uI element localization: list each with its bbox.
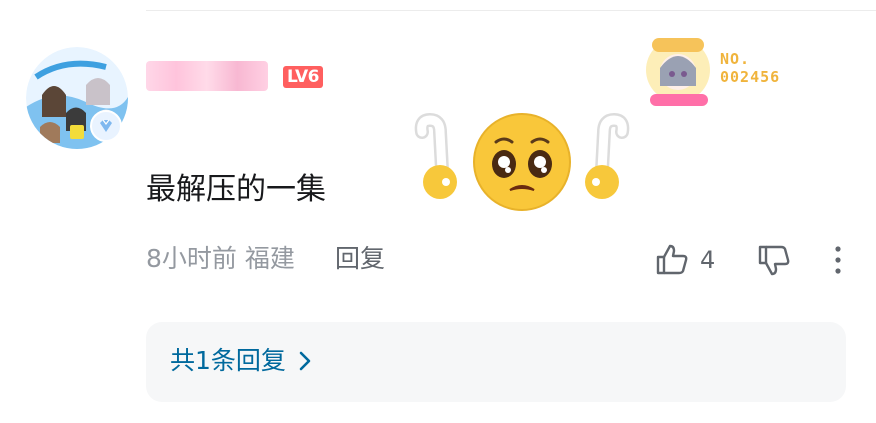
more-options-button[interactable] [826, 242, 850, 278]
comment-text: 最解压的一集 [146, 172, 326, 207]
reply-button[interactable]: 回复 [335, 242, 385, 276]
pleading-emoji-sticker-icon [414, 112, 630, 211]
username[interactable] [146, 61, 268, 91]
comment-time: 8小时前 [146, 244, 237, 273]
like-count: 4 [700, 246, 716, 274]
verified-badge-icon [90, 110, 122, 142]
level-badge: LV6 [283, 66, 323, 88]
thumb-up-icon [656, 244, 688, 275]
view-replies-link[interactable]: 共1条回复 [170, 343, 312, 379]
replies-summary: 共1条回复 [170, 346, 286, 375]
fan-badge-number: NO. 002456 [720, 50, 781, 86]
replies-preview[interactable]: 共1条回复 [146, 322, 846, 402]
comment-location: 福建 [244, 244, 295, 273]
thumb-down-icon [758, 245, 790, 276]
top-divider [146, 10, 876, 11]
like-button[interactable]: 4 [654, 242, 715, 278]
chevron-right-icon [299, 351, 311, 371]
dislike-button[interactable] [756, 242, 792, 278]
more-vertical-icon [835, 246, 841, 274]
comment-meta: 8小时前 福建 [146, 242, 295, 276]
